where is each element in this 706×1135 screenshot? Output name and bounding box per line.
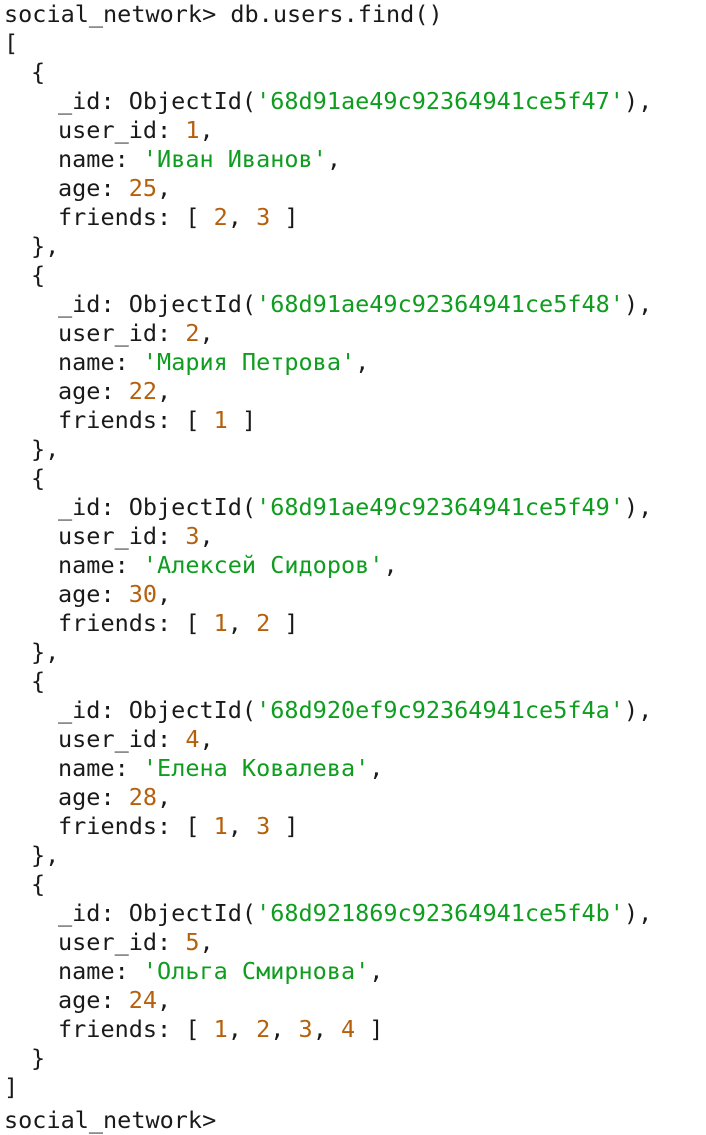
object-id-value: '68d920ef9c92364941ce5f4a' bbox=[256, 696, 624, 724]
user-id-field: user_id: 3, bbox=[58, 522, 214, 550]
object-id-text: 68d91ae49c92364941ce5f47 bbox=[270, 87, 610, 115]
object-id-value: '68d91ae49c92364941ce5f47' bbox=[256, 87, 624, 115]
name-text: Мария Петрова bbox=[157, 348, 341, 376]
age-field: age: 24, bbox=[58, 986, 172, 1014]
friend-id-value: 2 bbox=[256, 609, 271, 637]
name-text: Иван Иванов bbox=[157, 145, 313, 173]
friend-id-value: 1 bbox=[213, 609, 228, 637]
name-text: Елена Ковалева bbox=[157, 754, 356, 782]
age-field: age: 28, bbox=[58, 783, 172, 811]
array-open-bracket: [ bbox=[4, 29, 19, 57]
age-value: 24 bbox=[128, 986, 158, 1014]
name-field: name: 'Мария Петрова', bbox=[58, 348, 370, 376]
document-open-brace: { bbox=[31, 261, 46, 289]
name-text: Ольга Смирнова bbox=[157, 957, 356, 985]
friends-field: friends: [ 2, 3 ] bbox=[58, 203, 299, 231]
document-id-field: _id: ObjectId('68d91ae49c92364941ce5f48'… bbox=[58, 290, 653, 318]
age-field: age: 30, bbox=[58, 580, 172, 608]
object-id-value: '68d91ae49c92364941ce5f49' bbox=[256, 493, 624, 521]
mongo-shell-terminal[interactable]: social_network> db.users.find() [ { _id: … bbox=[4, 0, 706, 1134]
age-value: 30 bbox=[128, 580, 158, 608]
friend-id-value: 1 bbox=[213, 812, 228, 840]
age-field: age: 25, bbox=[58, 174, 172, 202]
name-field: name: 'Иван Иванов', bbox=[58, 145, 341, 173]
friend-id-value: 1 bbox=[213, 406, 228, 434]
document-open-brace: { bbox=[31, 464, 46, 492]
document-id-field: _id: ObjectId('68d921869c92364941ce5f4b'… bbox=[58, 899, 653, 927]
name-field: name: 'Елена Ковалева', bbox=[58, 754, 384, 782]
user-id-field: user_id: 2, bbox=[58, 319, 214, 347]
result-documents: { _id: ObjectId('68d91ae49c92364941ce5f47… bbox=[4, 58, 706, 1073]
document-close-brace: }, bbox=[31, 841, 60, 869]
next-prompt-line[interactable]: social_network> bbox=[4, 1106, 706, 1135]
document-close-brace: }, bbox=[31, 638, 60, 666]
document-open-brace: { bbox=[31, 58, 46, 86]
document-close-brace: } bbox=[31, 1044, 46, 1072]
friends-field: friends: [ 1, 2, 3, 4 ] bbox=[58, 1015, 384, 1043]
friends-field: friends: [ 1, 3 ] bbox=[58, 812, 299, 840]
object-id-text: 68d921869c92364941ce5f4b bbox=[270, 899, 610, 927]
command-line: social_network> db.users.find() bbox=[4, 0, 706, 29]
object-id-text: 68d91ae49c92364941ce5f48 bbox=[270, 290, 610, 318]
friend-id-value: 3 bbox=[256, 203, 271, 231]
friend-id-value: 3 bbox=[298, 1015, 313, 1043]
friend-id-value: 2 bbox=[256, 1015, 271, 1043]
command-text: db.users.find() bbox=[230, 0, 443, 28]
age-value: 25 bbox=[128, 174, 158, 202]
name-value: 'Елена Ковалева' bbox=[142, 754, 370, 782]
name-value: 'Иван Иванов' bbox=[142, 145, 327, 173]
age-value: 28 bbox=[128, 783, 158, 811]
age-value: 22 bbox=[128, 377, 158, 405]
document-id-field: _id: ObjectId('68d91ae49c92364941ce5f47'… bbox=[58, 87, 653, 115]
object-id-value: '68d921869c92364941ce5f4b' bbox=[256, 899, 624, 927]
object-id-text: 68d920ef9c92364941ce5f4a bbox=[270, 696, 610, 724]
document-close-brace: }, bbox=[31, 232, 60, 260]
friends-field: friends: [ 1, 2 ] bbox=[58, 609, 299, 637]
user-id-field: user_id: 4, bbox=[58, 725, 214, 753]
document-close-brace: }, bbox=[31, 435, 60, 463]
name-value: 'Алексей Сидоров' bbox=[142, 551, 384, 579]
object-id-text: 68d91ae49c92364941ce5f49 bbox=[270, 493, 610, 521]
friend-id-value: 1 bbox=[213, 1015, 228, 1043]
object-id-value: '68d91ae49c92364941ce5f48' bbox=[256, 290, 624, 318]
user-id-value: 4 bbox=[185, 725, 200, 753]
name-value: 'Ольга Смирнова' bbox=[142, 957, 370, 985]
friend-id-value: 2 bbox=[213, 203, 228, 231]
document-open-brace: { bbox=[31, 870, 46, 898]
friend-id-value: 3 bbox=[256, 812, 271, 840]
name-text: Алексей Сидоров bbox=[157, 551, 370, 579]
next-shell-prompt: social_network> bbox=[4, 1106, 217, 1134]
user-id-field: user_id: 1, bbox=[58, 116, 214, 144]
array-close-bracket: ] bbox=[4, 1073, 19, 1101]
name-value: 'Мария Петрова' bbox=[142, 348, 356, 376]
document-id-field: _id: ObjectId('68d920ef9c92364941ce5f4a'… bbox=[58, 696, 653, 724]
name-field: name: 'Алексей Сидоров', bbox=[58, 551, 398, 579]
document-open-brace: { bbox=[31, 667, 46, 695]
user-id-value: 1 bbox=[185, 116, 200, 144]
user-id-value: 5 bbox=[185, 928, 200, 956]
shell-prompt: social_network> bbox=[4, 0, 217, 28]
user-id-value: 2 bbox=[185, 319, 200, 347]
friend-id-value: 4 bbox=[341, 1015, 356, 1043]
name-field: name: 'Ольга Смирнова', bbox=[58, 957, 384, 985]
user-id-field: user_id: 5, bbox=[58, 928, 214, 956]
user-id-value: 3 bbox=[185, 522, 200, 550]
friends-field: friends: [ 1 ] bbox=[58, 406, 257, 434]
document-id-field: _id: ObjectId('68d91ae49c92364941ce5f49'… bbox=[58, 493, 653, 521]
age-field: age: 22, bbox=[58, 377, 172, 405]
